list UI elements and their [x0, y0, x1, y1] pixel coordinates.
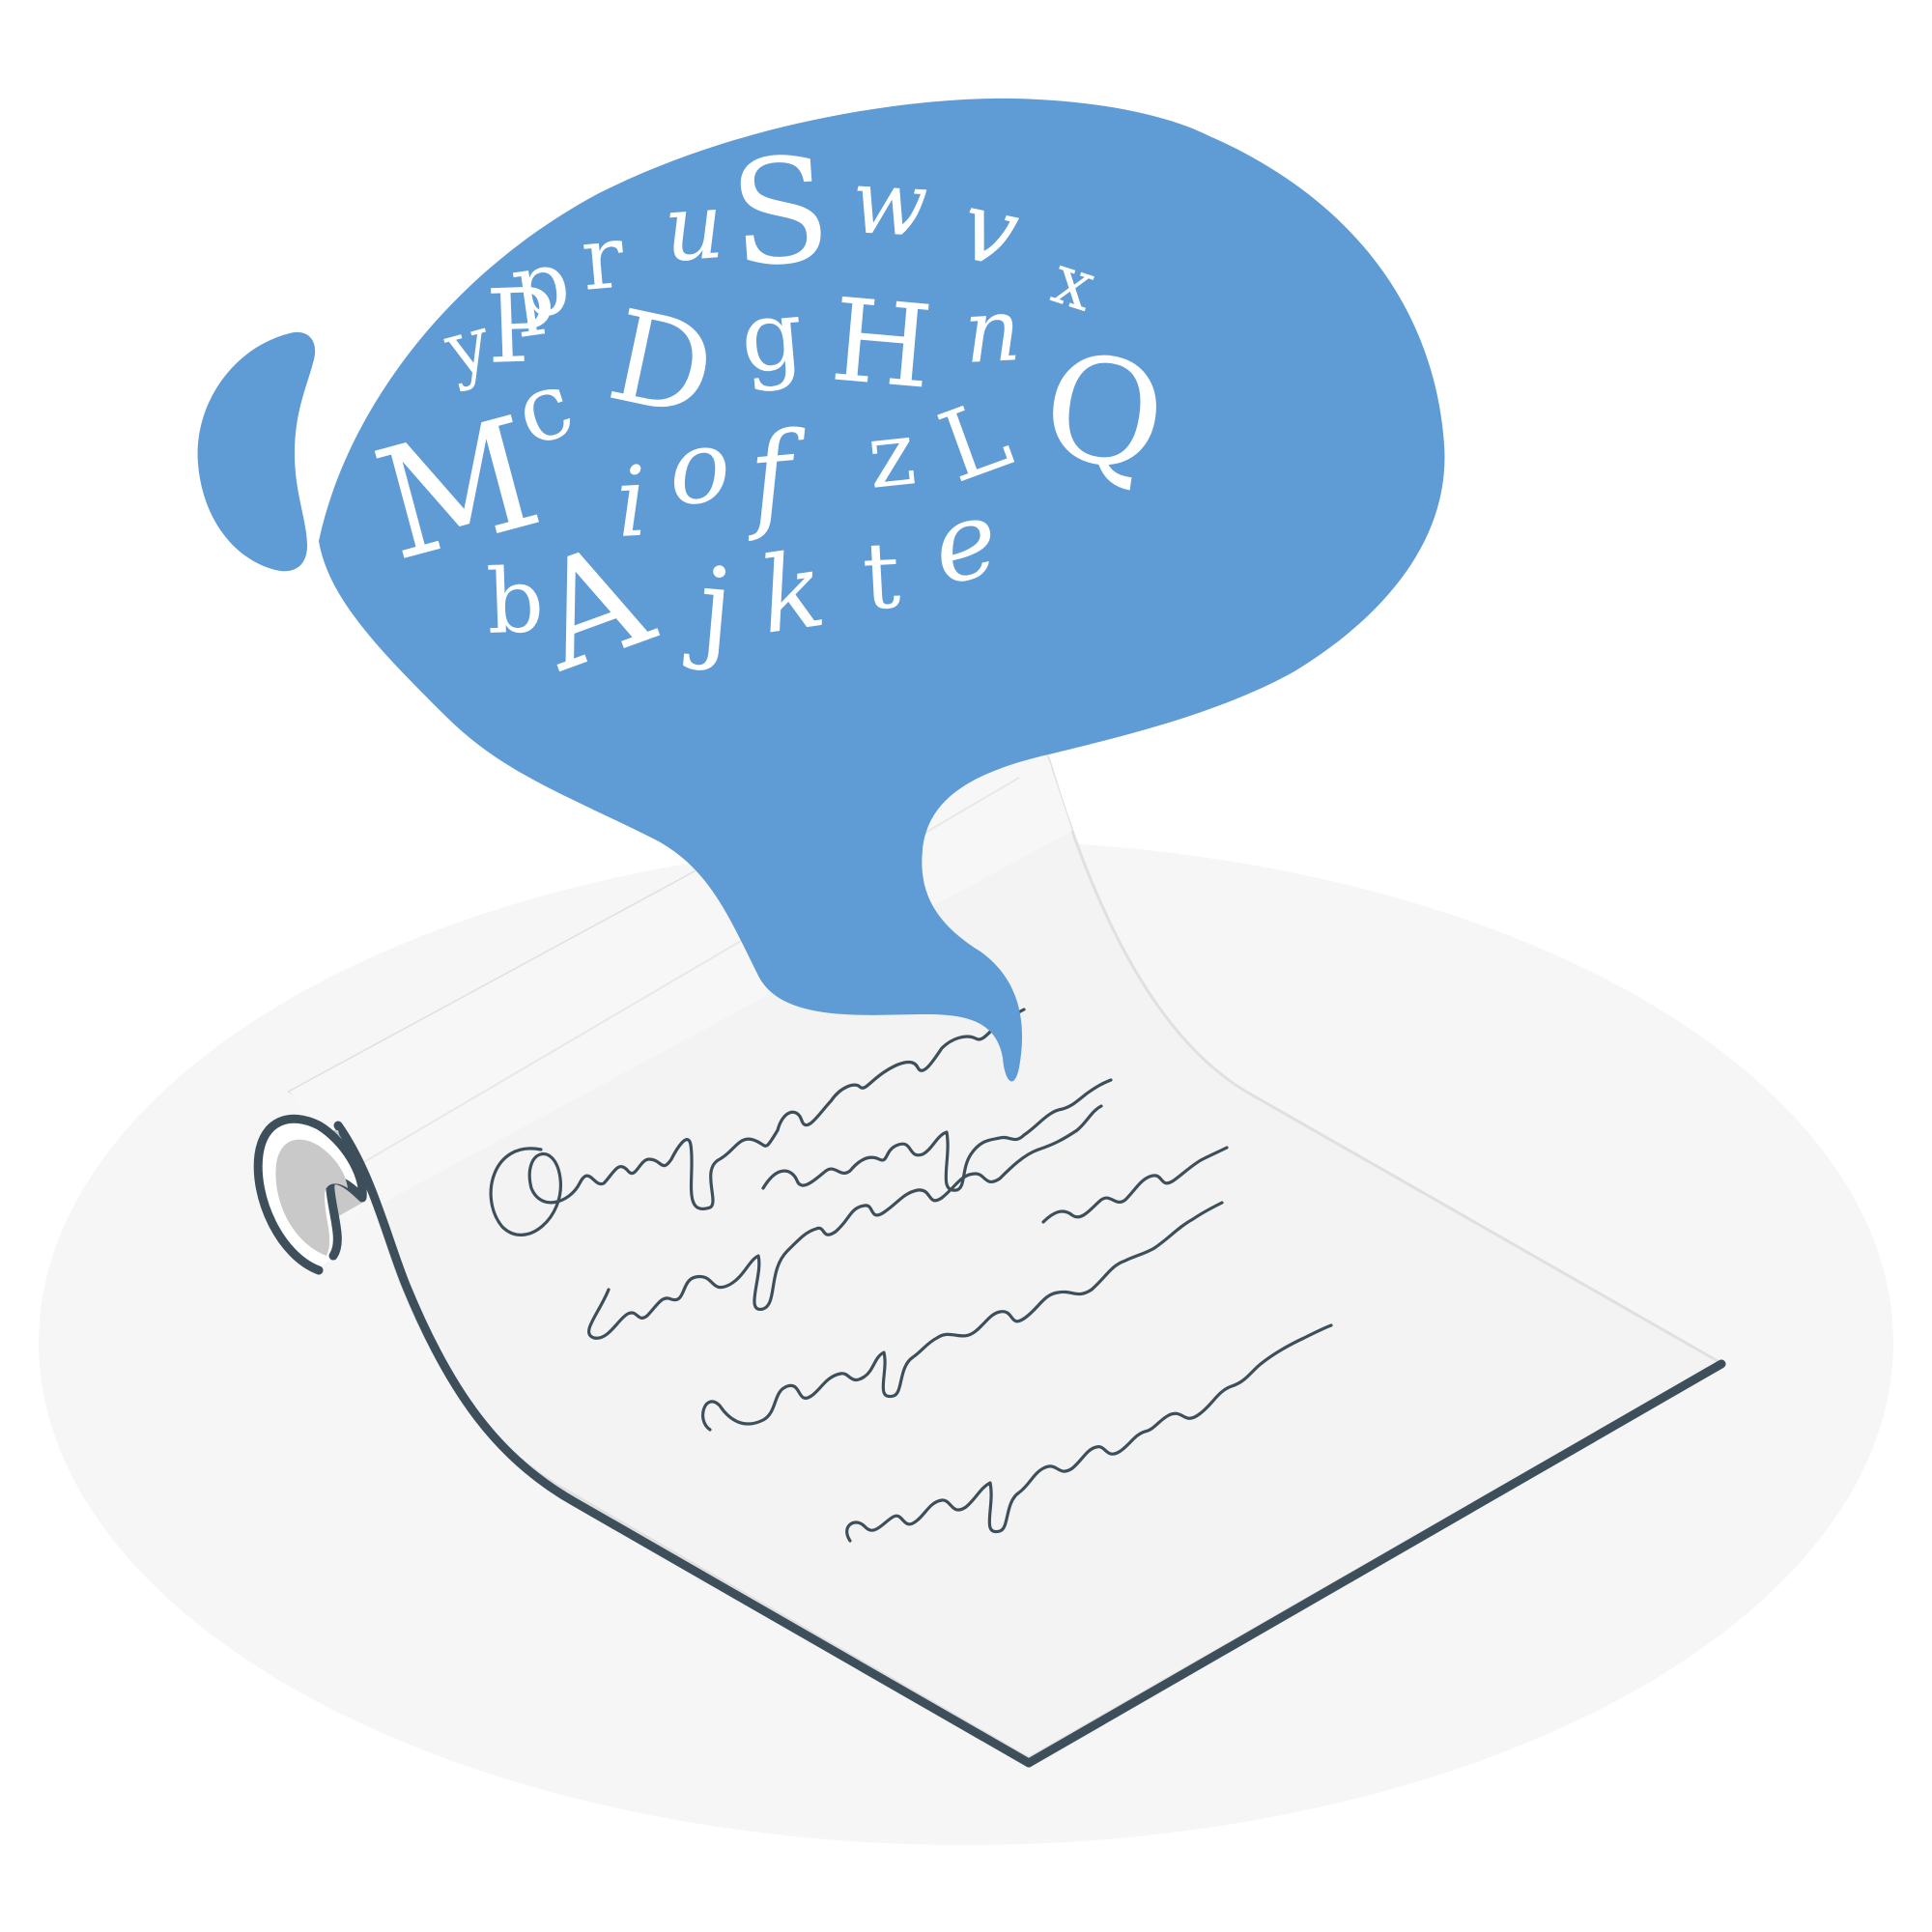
letter-H: H	[827, 272, 938, 413]
letter-o: o	[665, 407, 734, 528]
letter-g: g	[736, 277, 808, 395]
letters-scroll-illustration: y p r u S w v x P D g H n M c i o f z L …	[39, 98, 1893, 1845]
letter-S: S	[724, 126, 836, 300]
bubble-dot	[197, 331, 316, 572]
letter-t: t	[860, 523, 902, 631]
letter-Q: Q	[1034, 322, 1175, 504]
letter-w: w	[849, 150, 930, 257]
letter-u: u	[661, 173, 727, 283]
illustration-canvas: y p r u S w v x P D g H n M c i o f z L …	[0, 0, 1932, 1932]
letter-n: n	[962, 279, 1023, 384]
